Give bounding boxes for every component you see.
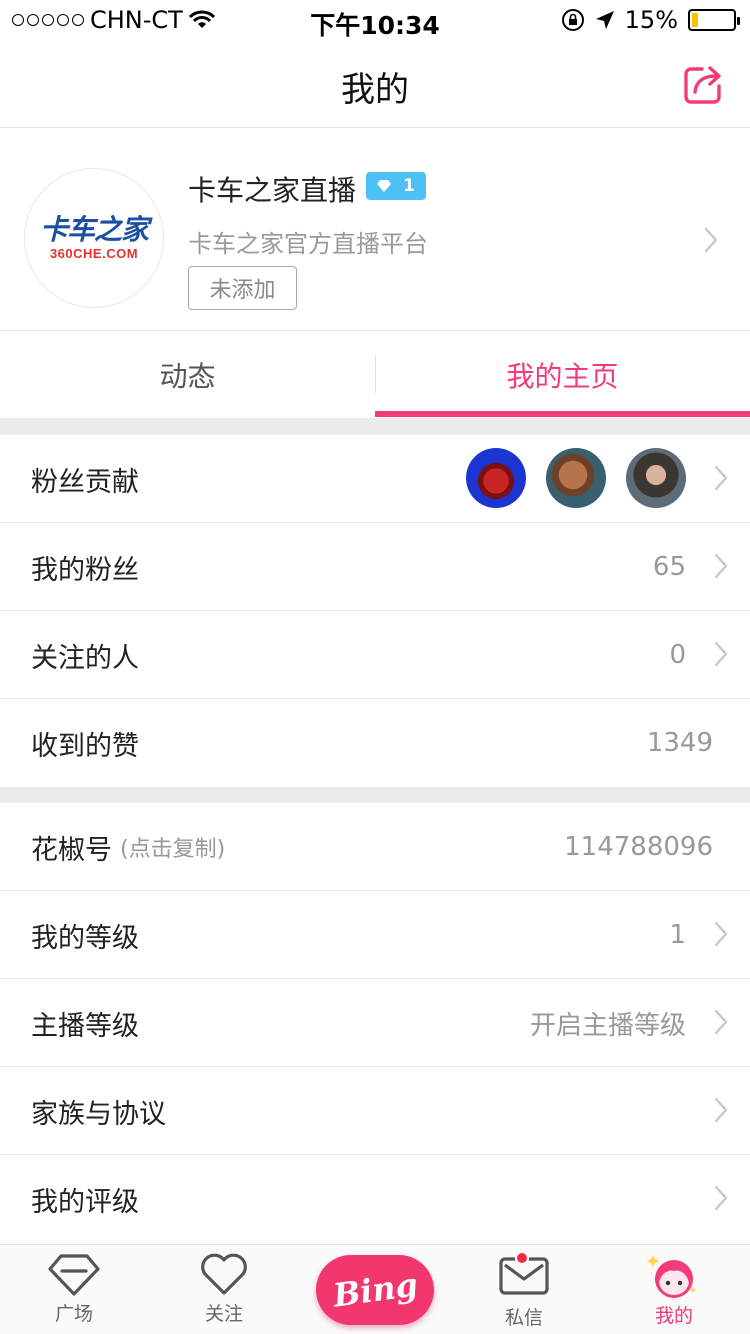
tabbar-item-messages[interactable]: 私信 (474, 1251, 574, 1330)
chevron-right-icon (714, 1185, 728, 1211)
top-fans-avatars (466, 448, 686, 508)
row-label: 家族与协议 (31, 1098, 166, 1130)
chevron-right-icon (714, 553, 728, 579)
row-label: 主播等级 (31, 1010, 139, 1042)
row-label: 我的等级 (31, 922, 139, 954)
tabbar-item-follow[interactable]: 关注 (174, 1253, 274, 1326)
share-icon[interactable] (682, 62, 726, 106)
row-label: 收到的赞 (31, 730, 139, 762)
chevron-right-icon (714, 1009, 728, 1035)
chevron-right-icon (714, 465, 728, 491)
row-family-agreement[interactable]: 家族与协议 (0, 1067, 750, 1155)
tab-active-indicator (375, 411, 750, 417)
section-gap (0, 787, 750, 803)
row-label: 关注的人 (31, 642, 139, 674)
location-arrow-icon (595, 11, 614, 29)
mail-icon-wrap (497, 1251, 551, 1301)
row-likes-received: 收到的赞 1349 (0, 699, 750, 787)
level-badge: 1 (366, 172, 426, 200)
tabbar-item-plaza[interactable]: 广场 (24, 1253, 124, 1326)
row-my-fans[interactable]: 我的粉丝 65 (0, 523, 750, 611)
row-anchor-level[interactable]: 主播等级 开启主播等级 (0, 979, 750, 1067)
tab-activity[interactable]: 动态 (0, 331, 375, 418)
copy-hint: (点击复制) (120, 837, 226, 862)
bottom-tab-bar: 广场 关注 Bing 私信 我的 (0, 1244, 750, 1334)
tabbar-label: 私信 (504, 1307, 543, 1329)
row-label: 花椒号 (点击复制) (31, 803, 225, 891)
row-value: 1349 (646, 728, 713, 758)
fan-avatar (626, 448, 686, 508)
avatar-logo-main: 卡车之家 (39, 213, 149, 245)
profile-tabs: 动态 我的主页 (0, 331, 750, 418)
page-title: 我的 (341, 70, 409, 110)
row-value: 65 (652, 552, 686, 582)
battery-percent: 15% (624, 6, 678, 34)
fan-avatar (546, 448, 606, 508)
diamond-icon (377, 180, 392, 192)
tabbar-label: 我的 (654, 1305, 693, 1327)
chevron-right-icon (714, 921, 728, 947)
unread-badge (515, 1251, 529, 1265)
profile-description: 卡车之家官方直播平台 (188, 230, 428, 258)
row-value: 开启主播等级 (529, 1010, 686, 1041)
battery-icon (688, 9, 740, 31)
battery-fill (692, 13, 698, 27)
diamond-icon (48, 1254, 100, 1296)
nav-bar: 我的 (0, 40, 750, 128)
status-bar: CHN-CT 下午10:34 15% (0, 0, 750, 40)
row-label: 我的粉丝 (31, 554, 139, 586)
rotation-lock-icon (561, 9, 584, 31)
row-label: 我的评级 (31, 1186, 139, 1218)
avatar-logo-sub: 360CHE.COM (49, 245, 139, 261)
add-button[interactable]: 未添加 (188, 266, 297, 310)
bing-label: Bing (330, 1265, 420, 1315)
profile-card[interactable]: 卡车之家 360CHE.COM 卡车之家直播 1 卡车之家官方直播平台 未添加 (0, 129, 750, 331)
fan-avatar (466, 448, 526, 508)
section-gap (0, 418, 750, 435)
tab-my-homepage[interactable]: 我的主页 (375, 331, 750, 418)
row-label: 粉丝贡献 (31, 466, 139, 498)
level-badge-value: 1 (403, 176, 415, 196)
chevron-right-icon (714, 641, 728, 667)
chevron-right-icon (714, 1097, 728, 1123)
profile-face-icon (647, 1255, 696, 1298)
row-value: 0 (669, 640, 686, 670)
profile-name: 卡车之家直播 (188, 174, 357, 207)
row-my-level[interactable]: 我的等级 1 (0, 891, 750, 979)
status-right: 15% (561, 6, 740, 34)
row-value: 114788096 (564, 832, 713, 862)
row-value: 1 (669, 920, 686, 950)
bing-live-button[interactable]: Bing (316, 1255, 434, 1325)
tabbar-label: 广场 (54, 1303, 93, 1325)
tabbar-label: 关注 (204, 1303, 243, 1325)
row-fan-contribution[interactable]: 粉丝贡献 (0, 435, 750, 523)
row-following[interactable]: 关注的人 0 (0, 611, 750, 699)
row-huajiao-id[interactable]: 花椒号 (点击复制) 114788096 (0, 803, 750, 891)
tabbar-item-me[interactable]: 我的 (624, 1253, 724, 1328)
row-label-text: 花椒号 (31, 834, 112, 866)
row-my-rating[interactable]: 我的评级 (0, 1155, 750, 1243)
avatar[interactable]: 卡车之家 360CHE.COM (24, 168, 164, 308)
chevron-right-icon (704, 227, 718, 253)
heart-icon (201, 1253, 247, 1295)
